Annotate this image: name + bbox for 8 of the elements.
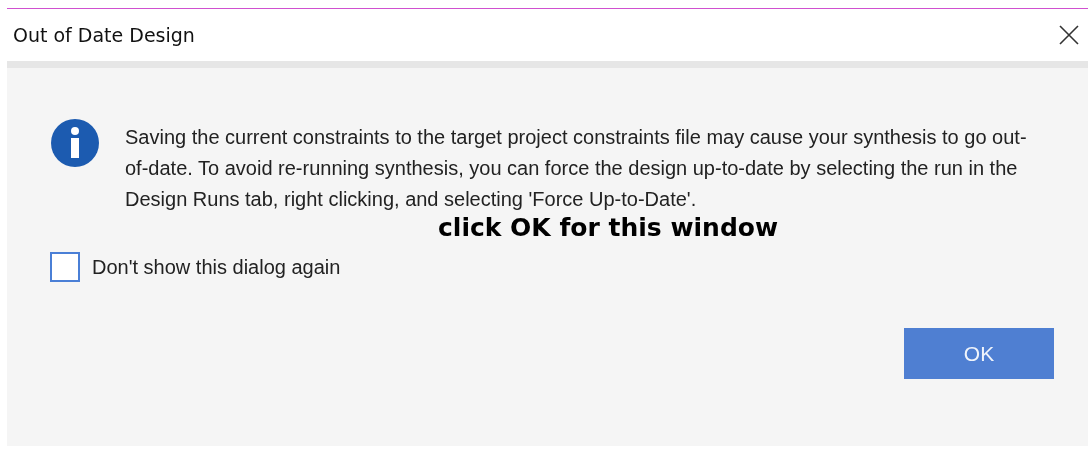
checkbox-label[interactable]: Don't show this dialog again xyxy=(92,255,341,279)
message-text: Saving the current constraints to the target project constraints file may cause your synthesis to go out-of-date. To avoid re-running synthesis, you can force the design up-to-date by selecting the run in the Design Runs tab, right clicking, and selecting 'Force Up-to-Date'. xyxy=(125,125,1028,212)
ok-button[interactable]: OK xyxy=(904,328,1054,379)
close-icon[interactable] xyxy=(1058,24,1080,46)
window-title: Out of Date Design xyxy=(13,24,195,46)
info-icon xyxy=(50,118,100,168)
checkbox[interactable] xyxy=(50,252,80,282)
annotation-text: click OK for this window xyxy=(438,213,779,242)
